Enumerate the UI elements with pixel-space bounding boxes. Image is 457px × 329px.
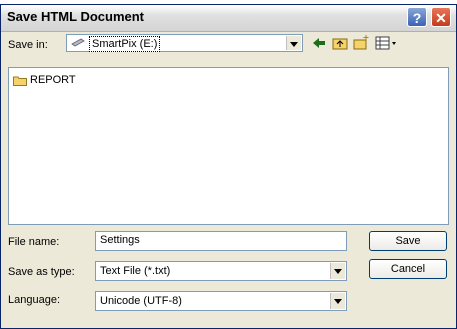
- language-label: Language:: [8, 294, 60, 306]
- chevron-down-icon[interactable]: [330, 263, 345, 279]
- language-value: Unicode (UTF-8): [100, 295, 182, 307]
- chevron-down-icon[interactable]: [286, 36, 301, 50]
- language-dropdown[interactable]: Unicode (UTF-8): [95, 291, 347, 311]
- up-folder-icon[interactable]: [331, 34, 349, 52]
- save-as-type-label: Save as type:: [8, 266, 75, 278]
- cancel-button[interactable]: Cancel: [369, 259, 447, 279]
- save-as-type-value: Text File (*.txt): [100, 265, 171, 277]
- save-dialog: Save HTML Document ? ✕ Save in: SmartPix…: [0, 4, 457, 329]
- dialog-title: Save HTML Document: [7, 9, 145, 24]
- file-list[interactable]: REPORT: [8, 67, 449, 225]
- title-bar[interactable]: Save HTML Document ? ✕: [1, 5, 456, 32]
- folder-name: REPORT: [30, 74, 76, 86]
- file-name-value: Settings: [100, 234, 140, 246]
- save-in-value: SmartPix (E:): [89, 36, 161, 52]
- save-in-dropdown[interactable]: SmartPix (E:): [66, 34, 303, 52]
- folder-icon: [13, 76, 27, 86]
- save-as-type-dropdown[interactable]: Text File (*.txt): [95, 261, 347, 281]
- drive-icon: [71, 38, 85, 47]
- back-arrow-icon[interactable]: [310, 34, 328, 52]
- new-folder-icon[interactable]: [352, 34, 370, 52]
- file-name-field[interactable]: Settings: [95, 231, 347, 251]
- save-button[interactable]: Save: [369, 231, 447, 251]
- save-in-label: Save in:: [8, 39, 48, 51]
- help-button[interactable]: ?: [407, 7, 427, 27]
- view-menu-icon[interactable]: [374, 34, 400, 52]
- chevron-down-icon[interactable]: [330, 293, 345, 309]
- close-button[interactable]: ✕: [431, 7, 451, 27]
- file-name-label: File name:: [8, 236, 60, 248]
